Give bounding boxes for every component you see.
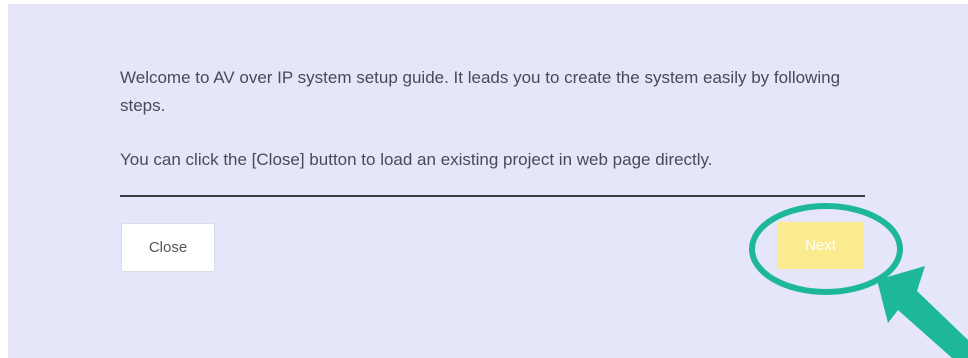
setup-guide-dialog bbox=[8, 4, 968, 358]
close-hint-text: You can click the [Close] button to load… bbox=[120, 150, 713, 169]
intro-text: Welcome to AV over IP system setup guide… bbox=[120, 68, 841, 115]
next-button[interactable]: Next bbox=[777, 222, 864, 269]
close-button[interactable]: Close bbox=[121, 223, 215, 272]
divider bbox=[120, 195, 865, 197]
